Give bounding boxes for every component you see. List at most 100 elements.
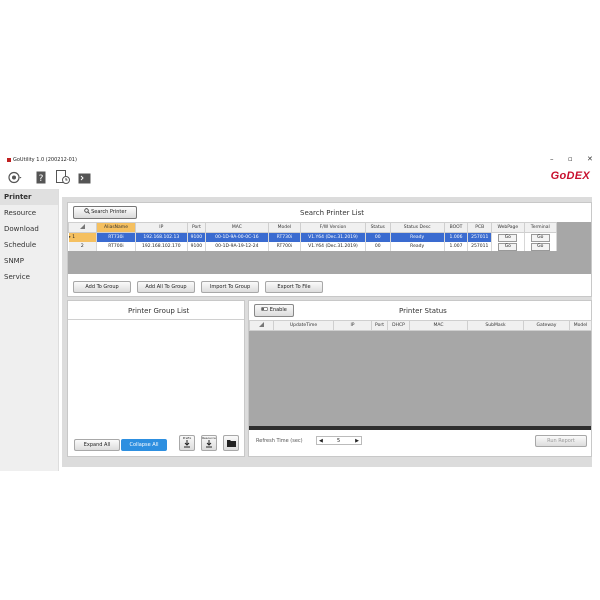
prefix-download-button[interactable]: Prefix xyxy=(179,435,195,451)
printer-group-list-title: Printer Group List xyxy=(128,307,190,315)
add-all-to-group-button[interactable]: Add All To Group xyxy=(137,281,195,293)
title-bar: GoUtility 1.0 (200212-01) – ▫ ✕ xyxy=(0,153,600,167)
resource-download-button[interactable]: Resource xyxy=(201,435,217,451)
run-report-button[interactable]: Run Report xyxy=(535,435,587,447)
main-content: Search Printer Search Printer List Alias… xyxy=(62,197,592,467)
printer-settings-icon[interactable] xyxy=(8,169,22,184)
collapse-all-button[interactable]: Collapse All xyxy=(121,439,167,451)
column-header[interactable]: Status xyxy=(364,222,391,233)
cell-terminal: Go xyxy=(524,242,557,251)
status-table-header: UpdateTime IP Port DHCP MAC SubMask Gate… xyxy=(249,320,592,331)
column-header[interactable]: AliasName xyxy=(96,222,136,233)
cell-model: RT730i xyxy=(268,232,302,242)
refresh-time-value: 5 xyxy=(337,438,341,444)
column-header[interactable]: Model xyxy=(267,222,302,233)
toggle-icon xyxy=(261,307,269,312)
download-icon xyxy=(184,440,190,448)
table-row[interactable]: ▸ 1 RT730i 192.168.102.13 9100 00-1D-9A-… xyxy=(68,232,557,242)
add-to-group-button[interactable]: Add To Group xyxy=(73,281,131,293)
sidebar-item-download[interactable]: Download xyxy=(0,221,58,237)
column-header[interactable]: PCB xyxy=(467,222,493,233)
import-to-group-button[interactable]: Import To Group xyxy=(201,281,259,293)
terminal-icon[interactable] xyxy=(78,169,91,184)
row-number: 2 xyxy=(68,242,98,251)
printer-list-table: AliasName IP Port MAC Model F/W Version … xyxy=(67,222,557,251)
sidebar-item-snmp[interactable]: SNMP xyxy=(0,253,58,269)
spinner-decrement-icon[interactable]: ◀ xyxy=(319,438,323,444)
table-corner-icon xyxy=(80,224,86,229)
sidebar-item-resource[interactable]: Resource xyxy=(0,205,58,221)
table-row[interactable]: 2 RT700i 192.168.102.170 9100 00-1D-9A-1… xyxy=(68,242,557,251)
download-icon xyxy=(206,440,212,448)
cell-ip: 192.168.102.170 xyxy=(135,242,188,251)
cell-webpage: Go xyxy=(491,232,525,242)
terminal-go-button[interactable]: Go xyxy=(530,233,550,242)
horizontal-scrollbar[interactable] xyxy=(249,426,591,430)
cell-fw-version: V1.Y64 (Dec.31.2019) xyxy=(300,242,366,251)
cell-port: 9100 xyxy=(187,232,207,242)
open-folder-button[interactable] xyxy=(223,435,239,451)
cell-pcb: 257011 xyxy=(467,232,493,242)
column-header[interactable]: Status Desc xyxy=(389,222,445,233)
enable-button[interactable]: Enable xyxy=(254,304,294,317)
clock-icon[interactable] xyxy=(56,169,70,184)
svg-text:?: ? xyxy=(39,174,44,184)
column-header[interactable]: IP xyxy=(134,222,188,233)
printer-group-tree[interactable] xyxy=(68,320,244,432)
column-header[interactable]: IP xyxy=(333,320,372,331)
sidebar-item-printer[interactable]: Printer xyxy=(0,189,58,205)
close-button[interactable]: ✕ xyxy=(587,155,593,163)
godex-logo: GoDEX xyxy=(550,170,590,182)
column-header[interactable]: SubMask xyxy=(467,320,524,331)
column-header[interactable]: WebPage xyxy=(491,222,525,233)
printer-list-area: AliasName IP Port MAC Model F/W Version … xyxy=(67,222,591,274)
app-window: GoUtility 1.0 (200212-01) – ▫ ✕ ? GoDEX … xyxy=(0,153,600,471)
terminal-go-button[interactable]: Go xyxy=(530,242,550,251)
search-printer-label: Search Printer xyxy=(91,209,127,215)
column-header[interactable]: Gateway xyxy=(523,320,570,331)
expand-all-button[interactable]: Expand All xyxy=(74,439,120,451)
sidebar: Printer Resource Download Schedule SNMP … xyxy=(0,189,59,471)
search-printer-panel: Search Printer Search Printer List Alias… xyxy=(67,202,592,297)
printer-group-panel: Printer Group List Expand All Collapse A… xyxy=(67,300,245,457)
sidebar-item-schedule[interactable]: Schedule xyxy=(0,237,58,253)
sidebar-item-service[interactable]: Service xyxy=(0,269,58,285)
cell-mac: 00-1D-9A-19-12-24 xyxy=(205,242,269,251)
cell-status-desc: Ready xyxy=(390,242,445,251)
export-to-file-button[interactable]: Export To File xyxy=(265,281,323,293)
cell-terminal: Go xyxy=(524,232,557,242)
help-icon[interactable]: ? xyxy=(36,169,49,184)
printer-status-area: UpdateTime IP Port DHCP MAC SubMask Gate… xyxy=(249,320,592,430)
column-header[interactable]: MAC xyxy=(409,320,468,331)
column-header[interactable]: DHCP xyxy=(387,320,410,331)
maximize-button[interactable]: ▫ xyxy=(568,155,573,163)
refresh-time-spinner[interactable]: ◀ 5 ▶ xyxy=(316,436,362,445)
row-number: ▸ 1 xyxy=(68,232,98,242)
printer-status-title: Printer Status xyxy=(399,307,447,315)
search-icon xyxy=(83,208,90,214)
spinner-increment-icon[interactable]: ▶ xyxy=(355,438,359,444)
printer-list-header: AliasName IP Port MAC Model F/W Version … xyxy=(67,222,557,233)
column-header[interactable]: UpdateTime xyxy=(273,320,334,331)
cell-fw-version: V1.Y64 (Dec.31.2019) xyxy=(300,232,366,242)
column-header[interactable]: BOOT xyxy=(443,222,469,233)
cell-pcb: 257011 xyxy=(467,242,493,251)
enable-label: Enable xyxy=(269,307,287,313)
webpage-go-button[interactable]: Go xyxy=(498,242,518,251)
column-header xyxy=(67,222,98,233)
printer-status-panel: Enable Printer Status UpdateTime IP Port… xyxy=(248,300,592,457)
window-title: GoUtility 1.0 (200212-01) xyxy=(7,157,77,163)
webpage-go-button[interactable]: Go xyxy=(498,233,518,242)
cell-ip: 192.168.102.13 xyxy=(135,232,188,242)
column-header[interactable]: Model xyxy=(569,320,592,331)
column-header xyxy=(249,320,274,331)
cell-model: RT700i xyxy=(268,242,302,251)
minimize-button[interactable]: – xyxy=(550,155,554,163)
column-header[interactable]: Port xyxy=(186,222,207,233)
column-header[interactable]: Port xyxy=(371,320,388,331)
column-header[interactable]: MAC xyxy=(205,222,269,233)
search-printer-button[interactable]: Search Printer xyxy=(73,206,137,219)
column-header[interactable]: Terminal xyxy=(523,222,557,233)
column-header[interactable]: F/W Version xyxy=(300,222,366,233)
refresh-time-label: Refresh Time (sec) xyxy=(256,438,303,444)
